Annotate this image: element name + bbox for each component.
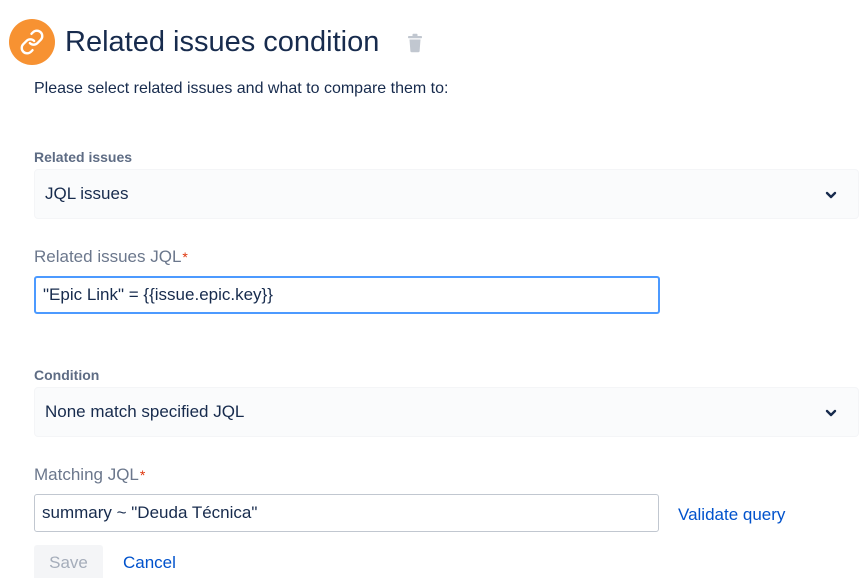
required-marker: * [139, 467, 146, 483]
related-issues-label: Related issues [34, 149, 133, 165]
matching-jql-label: Matching JQL* [34, 465, 145, 485]
related-jql-label: Related issues JQL* [34, 247, 188, 267]
chevron-down-icon [825, 191, 837, 199]
save-button[interactable]: Save [34, 545, 103, 578]
condition-label: Condition [34, 367, 100, 383]
page-title: Related issues condition [65, 26, 380, 58]
validate-query-link[interactable]: Validate query [678, 505, 785, 525]
chevron-down-icon [825, 409, 837, 417]
matching-jql-input[interactable] [34, 494, 659, 532]
link-icon [20, 29, 44, 55]
condition-selected-value: None match specified JQL [45, 402, 245, 421]
condition-select[interactable]: None match specified JQL [34, 387, 859, 437]
related-jql-label-text: Related issues JQL [34, 247, 182, 266]
required-marker: * [182, 249, 188, 265]
related-jql-input[interactable] [34, 276, 660, 314]
related-issues-selected-value: JQL issues [45, 184, 129, 203]
matching-jql-label-text: Matching JQL [34, 465, 139, 484]
intro-text: Please select related issues and what to… [34, 80, 449, 97]
cancel-button[interactable]: Cancel [112, 545, 187, 578]
rule-component-icon [9, 19, 55, 65]
trash-icon[interactable] [407, 33, 423, 53]
related-issues-select[interactable]: JQL issues [34, 169, 859, 219]
